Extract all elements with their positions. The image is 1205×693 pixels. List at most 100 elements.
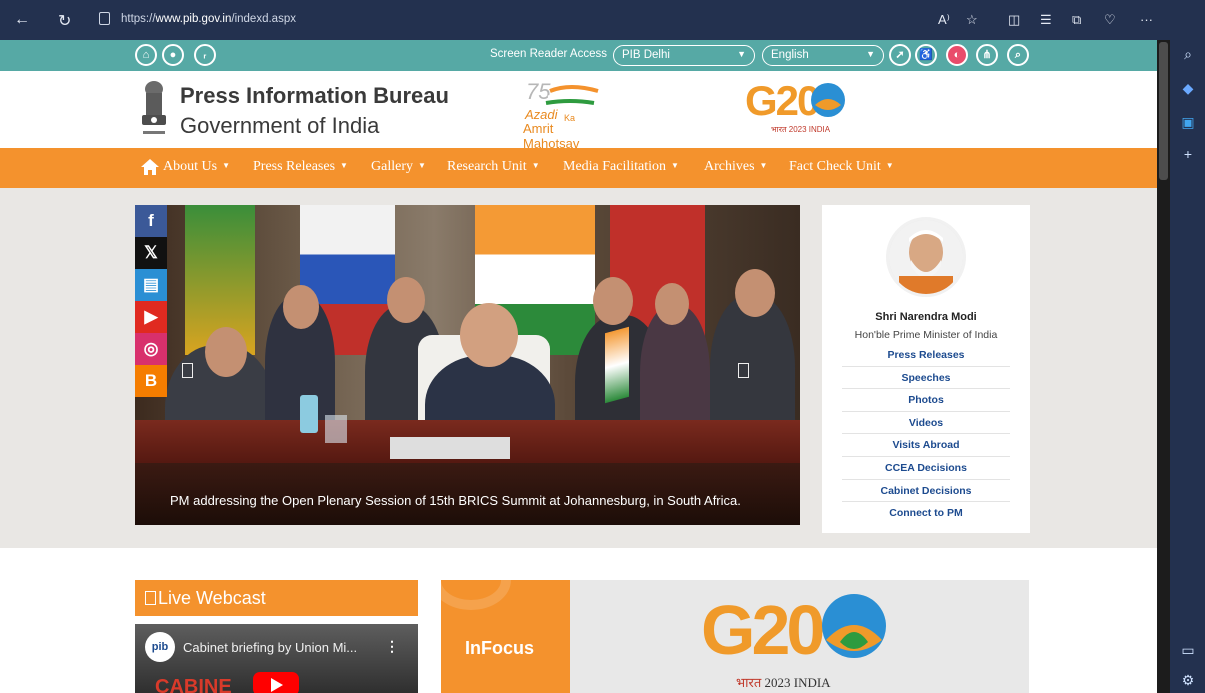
hero-carousel[interactable]: PM addressing the Open Plenary Session o…	[135, 205, 800, 525]
nameplate	[390, 437, 510, 459]
youtube-icon[interactable]: ▶	[135, 301, 167, 333]
pm-name: Shri Narendra Modi	[875, 311, 977, 323]
sidebar-shopping-icon[interactable]: ◆	[1179, 80, 1197, 98]
chevron-down-icon: ▼	[759, 161, 768, 170]
amrit-mahotsav-text: Amrit Mahotsav	[523, 121, 580, 151]
pm-link-ccea-decisions[interactable]: CCEA Decisions	[842, 457, 1010, 480]
broken-image-icon	[145, 591, 156, 605]
rss-icon[interactable]: ᵣ	[194, 44, 216, 66]
water-bottle	[300, 395, 318, 433]
pm-link-videos[interactable]: Videos	[842, 412, 1010, 435]
eye-icon	[441, 580, 511, 610]
pm-link-press-releases[interactable]: Press Releases	[842, 344, 1010, 367]
koo-icon[interactable]: ▤	[135, 269, 167, 301]
chevron-down-icon: ▼	[737, 49, 746, 59]
pm-link-speeches[interactable]: Speeches	[842, 367, 1010, 390]
lower-section: Live Webcast pib Cabinet briefing by Uni…	[0, 548, 1157, 693]
region-select[interactable]: PIB Delhi ▼	[613, 45, 755, 66]
pib-channel-logo[interactable]: pib	[145, 632, 175, 662]
live-webcast-title: Live Webcast	[158, 588, 266, 608]
pm-link-connect-to-pm[interactable]: Connect to PM	[842, 502, 1010, 525]
infocus-panel[interactable]: InFocus G20 भारत 2023 INDIA	[441, 580, 1029, 693]
sidebar-settings-icon[interactable]: ⚙	[1179, 672, 1197, 690]
pm-link-cabinet-decisions[interactable]: Cabinet Decisions	[842, 480, 1010, 503]
share-icon[interactable]: ➚	[889, 44, 911, 66]
nav-gallery[interactable]: Gallery ▼	[371, 159, 426, 175]
scrollbar-thumb[interactable]	[1159, 42, 1168, 180]
site-title[interactable]: Press Information Bureau	[180, 83, 449, 109]
national-emblem-icon	[142, 81, 166, 134]
address-bar[interactable]: https://www.pib.gov.in/indexd.aspx	[95, 9, 930, 31]
facebook-icon[interactable]: f	[135, 205, 167, 237]
chevron-down-icon: ▼	[531, 161, 540, 170]
nav-fact-check-unit[interactable]: Fact Check Unit ▼	[789, 159, 894, 175]
more-icon[interactable]: ···	[1140, 12, 1153, 27]
pm-links-list: Press Releases Speeches Photos Videos Vi…	[842, 344, 1010, 525]
browser-toolbar: ← ↻ https://www.pib.gov.in/indexd.aspx A…	[0, 0, 1205, 40]
blogger-icon[interactable]: B	[135, 365, 167, 397]
carousel-next-icon[interactable]	[738, 363, 749, 378]
browser-essentials-icon[interactable]: ♡	[1104, 12, 1116, 28]
pm-role: Hon'ble Prime Minister of India	[854, 329, 998, 341]
nav-about-us[interactable]: About Us ▼	[163, 159, 230, 175]
pm-link-photos[interactable]: Photos	[842, 389, 1010, 412]
chevron-down-icon: ▼	[340, 161, 348, 170]
search-icon[interactable]: ⌕	[1007, 44, 1029, 66]
infocus-tab[interactable]: InFocus	[441, 580, 570, 693]
home-icon[interactable]: ⌂	[135, 44, 157, 66]
collections-icon[interactable]: ⧉	[1072, 12, 1081, 28]
language-select[interactable]: English ▼	[762, 45, 884, 66]
sitemap-icon[interactable]: ⋔	[976, 44, 998, 66]
split-screen-icon[interactable]: ◫	[1008, 12, 1020, 28]
person-head	[593, 277, 633, 325]
region-select-value: PIB Delhi	[622, 49, 670, 61]
webcast-video-player[interactable]: pib Cabinet briefing by Union Mi... ⋮ CA…	[135, 624, 418, 693]
svg-text:75: 75	[526, 79, 551, 104]
read-aloud-icon[interactable]: A⁾	[938, 12, 950, 28]
nav-media-facilitation[interactable]: Media Facilitation ▼	[563, 159, 679, 175]
main-navigation: About Us ▼ Press Releases ▼ Gallery ▼ Resea…	[0, 148, 1157, 188]
video-title[interactable]: Cabinet briefing by Union Mi...	[183, 640, 357, 655]
contrast-icon[interactable]: ◐	[946, 44, 968, 66]
hindi-icon[interactable]: ●	[162, 44, 184, 66]
accessibility-icon[interactable]: ♿	[915, 44, 937, 66]
chevron-down-icon: ▼	[417, 161, 426, 170]
back-arrow-icon[interactable]: ←	[14, 11, 30, 29]
page-scrollbar[interactable]	[1157, 40, 1170, 693]
nav-research-unit[interactable]: Research Unit ▼	[447, 159, 540, 175]
social-media-bar: f 𝕏 ▤ ▶ ◎ B	[135, 205, 167, 397]
refresh-icon[interactable]: ↻	[58, 11, 71, 31]
sidebar-search-icon[interactable]: ⌕	[1179, 46, 1197, 64]
hero-caption: PM addressing the Open Plenary Session o…	[170, 493, 741, 508]
chevron-down-icon: ▼	[885, 161, 894, 170]
favorites-icon[interactable]: ☰	[1040, 12, 1052, 28]
play-button[interactable]	[253, 672, 299, 693]
nav-archives[interactable]: Archives ▼	[704, 159, 767, 175]
pm-link-visits-abroad[interactable]: Visits Abroad	[842, 434, 1010, 457]
sidebar-outlook-icon[interactable]: ▣	[1179, 114, 1197, 132]
nav-press-releases[interactable]: Press Releases ▼	[253, 159, 348, 175]
lock-icon	[99, 12, 110, 25]
g20-banner-caption: भारत 2023 INDIA	[736, 675, 831, 690]
infocus-label: InFocus	[465, 638, 535, 658]
pm-avatar[interactable]	[886, 217, 966, 297]
g20-banner-logo[interactable]: G20 भारत 2023 INDIA	[701, 590, 901, 693]
home-nav-icon[interactable]	[141, 159, 159, 175]
favorite-star-icon[interactable]: ☆	[966, 12, 978, 28]
browser-sidebar: ⌕ ◆ ▣ + ▭ ⚙	[1170, 0, 1205, 693]
x-icon[interactable]: 𝕏	[135, 237, 167, 269]
instagram-icon[interactable]: ◎	[135, 333, 167, 365]
chevron-down-icon: ▼	[866, 49, 875, 59]
g20-lotus-globe-icon	[822, 594, 886, 658]
person-head	[387, 277, 425, 323]
prime-minister-card: Shri Narendra Modi Hon'ble Prime Ministe…	[822, 205, 1030, 533]
azadi-ka-amrit-mahotsav-logo[interactable]: 75 Azadi Ka Amrit Mahotsav	[520, 77, 610, 151]
g20-globe-icon	[811, 83, 845, 117]
screen-reader-access-link[interactable]: Screen Reader Access	[490, 48, 607, 60]
live-webcast-header: Live Webcast	[135, 580, 418, 616]
sidebar-panel-icon[interactable]: ▭	[1179, 642, 1197, 660]
sidebar-add-icon[interactable]: +	[1179, 146, 1197, 164]
g20-header-logo[interactable]: G20 भारत 2023 INDIA	[745, 77, 855, 135]
carousel-prev-icon[interactable]	[182, 363, 193, 378]
kebab-menu-icon[interactable]: ⋮	[385, 638, 399, 655]
